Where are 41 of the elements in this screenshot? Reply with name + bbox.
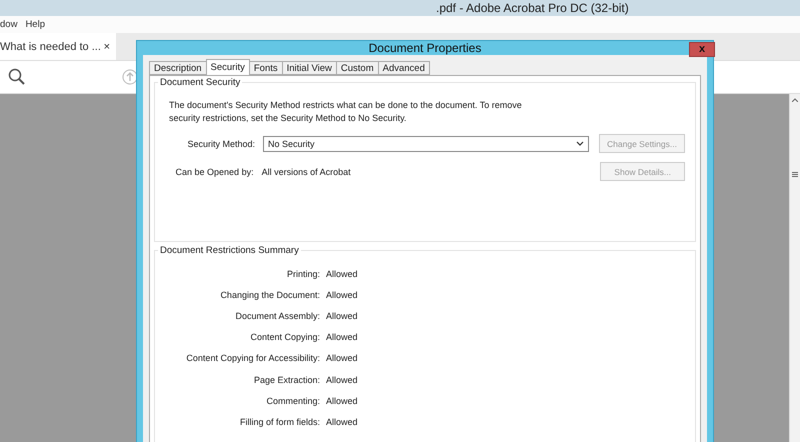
restriction-value: Allowed — [326, 290, 358, 300]
tab[interactable]: Advanced — [378, 61, 430, 75]
restriction-label: Content Copying: — [249, 332, 320, 342]
chevron-icon — [576, 141, 584, 146]
close-icon[interactable]: × — [104, 40, 110, 52]
restriction-label: Changing the Document: — [219, 290, 320, 300]
caret-icon[interactable] — [792, 98, 798, 102]
restriction-label: Page Extraction: — [252, 374, 320, 385]
tab[interactable]: Security — [206, 59, 250, 75]
dialog-title: Document Properties — [368, 41, 482, 55]
restriction-value: Allowed — [326, 310, 358, 321]
window-title: .pdf - Adobe Acrobat Pro DC (32-bit) — [436, 1, 629, 15]
zoom-icon[interactable] — [8, 68, 26, 86]
field-label: Can be Opened by: — [174, 166, 254, 176]
restriction-value: Allowed — [326, 416, 358, 427]
grip-icon[interactable] — [792, 172, 798, 177]
restriction-value: Allowed — [326, 374, 358, 385]
restriction-label: Commenting: — [265, 396, 320, 406]
tab[interactable]: Fonts — [248, 61, 283, 75]
tab[interactable]: Description — [149, 61, 207, 75]
field-label: Security Method: — [186, 138, 255, 148]
restriction-value: Allowed — [326, 268, 358, 279]
menu-item[interactable]: dow — [0, 19, 18, 30]
restriction-label: Content Copying for Accessibility: — [185, 353, 320, 364]
group-heading: Document Restrictions Summary — [158, 245, 301, 256]
scrollbar[interactable] — [789, 94, 800, 442]
close-button[interactable]: x — [689, 42, 715, 57]
group-heading: Document Security — [158, 77, 242, 88]
restriction-label: Printing: — [286, 268, 320, 279]
tab[interactable]: Custom — [336, 61, 379, 75]
restriction-value: Allowed — [326, 396, 358, 406]
field-value: All versions of Acrobat — [262, 166, 352, 176]
security-method-dropdown[interactable]: No Security — [263, 136, 589, 152]
restriction-label: Document Assembly: — [234, 310, 320, 321]
document-tab[interactable]: What is needed to ... × — [0, 33, 116, 60]
restriction-value: Allowed — [326, 332, 358, 342]
restriction-value: Allowed — [326, 353, 358, 364]
restriction-label: Filling of form fields: — [238, 416, 320, 427]
menu-item[interactable]: Help — [25, 19, 45, 30]
description-text: The document's Security Method restricts what can be done to the document. To remove security restrictions, set the Security Method to No Security. — [169, 99, 523, 125]
tab[interactable]: Initial View — [282, 61, 337, 75]
